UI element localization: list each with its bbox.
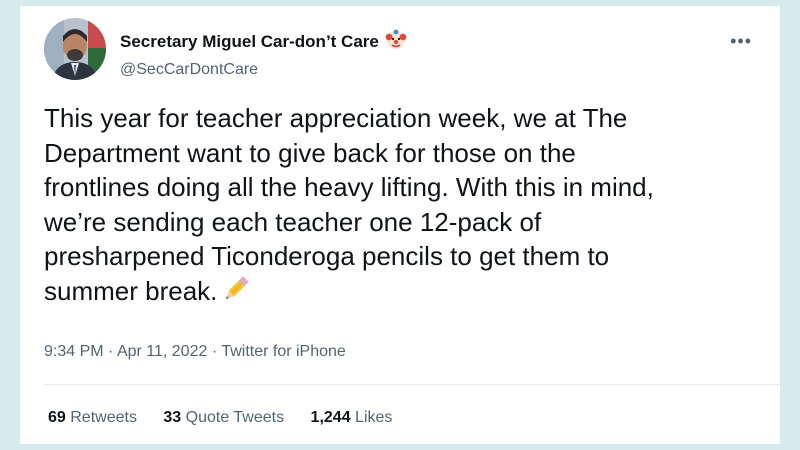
likes-count: 1,244	[310, 409, 351, 426]
clown-face-icon	[385, 28, 407, 55]
tweet-header: Secretary Miguel Car-don’t Care @SecCarD…	[44, 18, 760, 88]
more-options-icon[interactable]: •••	[730, 32, 752, 50]
meta-separator: ·	[103, 343, 117, 360]
meta-separator: ·	[207, 343, 222, 360]
quote-tweets-count: 33	[163, 409, 182, 426]
author-handle[interactable]: @SecCarDontCare	[120, 61, 407, 79]
quote-tweets-stat[interactable]: 33 Quote Tweets	[163, 409, 284, 427]
tweet-meta: 9:34 PM · Apr 11, 2022 · Twitter for iPh…	[44, 343, 346, 361]
author-names: Secretary Miguel Car-don’t Care @SecCarD…	[120, 28, 407, 79]
divider	[44, 384, 780, 385]
quote-tweets-label: Quote Tweets	[185, 409, 285, 426]
tweet-card: Secretary Miguel Car-don’t Care @SecCarD…	[20, 6, 780, 444]
pencil-icon	[221, 274, 251, 313]
retweets-stat[interactable]: 69 Retweets	[48, 409, 137, 427]
likes-stat[interactable]: 1,244 Likes	[311, 409, 393, 427]
retweets-count: 69	[48, 409, 66, 426]
tweet-text-body: This year for teacher appreciation week,…	[44, 103, 654, 306]
retweets-label: Retweets	[70, 409, 137, 426]
tweet-date[interactable]: Apr 11, 2022	[117, 343, 207, 360]
author-display-name[interactable]: Secretary Miguel Car-don’t Care	[120, 28, 407, 55]
tweet-source[interactable]: Twitter for iPhone	[221, 343, 346, 360]
avatar-image	[44, 18, 106, 80]
avatar[interactable]	[44, 18, 106, 80]
likes-label: Likes	[355, 409, 393, 426]
tweet-text: This year for teacher appreciation week,…	[44, 101, 764, 312]
author-display-name-text: Secretary Miguel Car-don’t Care	[120, 31, 379, 51]
tweet-time[interactable]: 9:34 PM	[44, 343, 104, 360]
tweet-stats: 69 Retweets 33 Quote Tweets 1,244 Likes	[48, 409, 414, 427]
